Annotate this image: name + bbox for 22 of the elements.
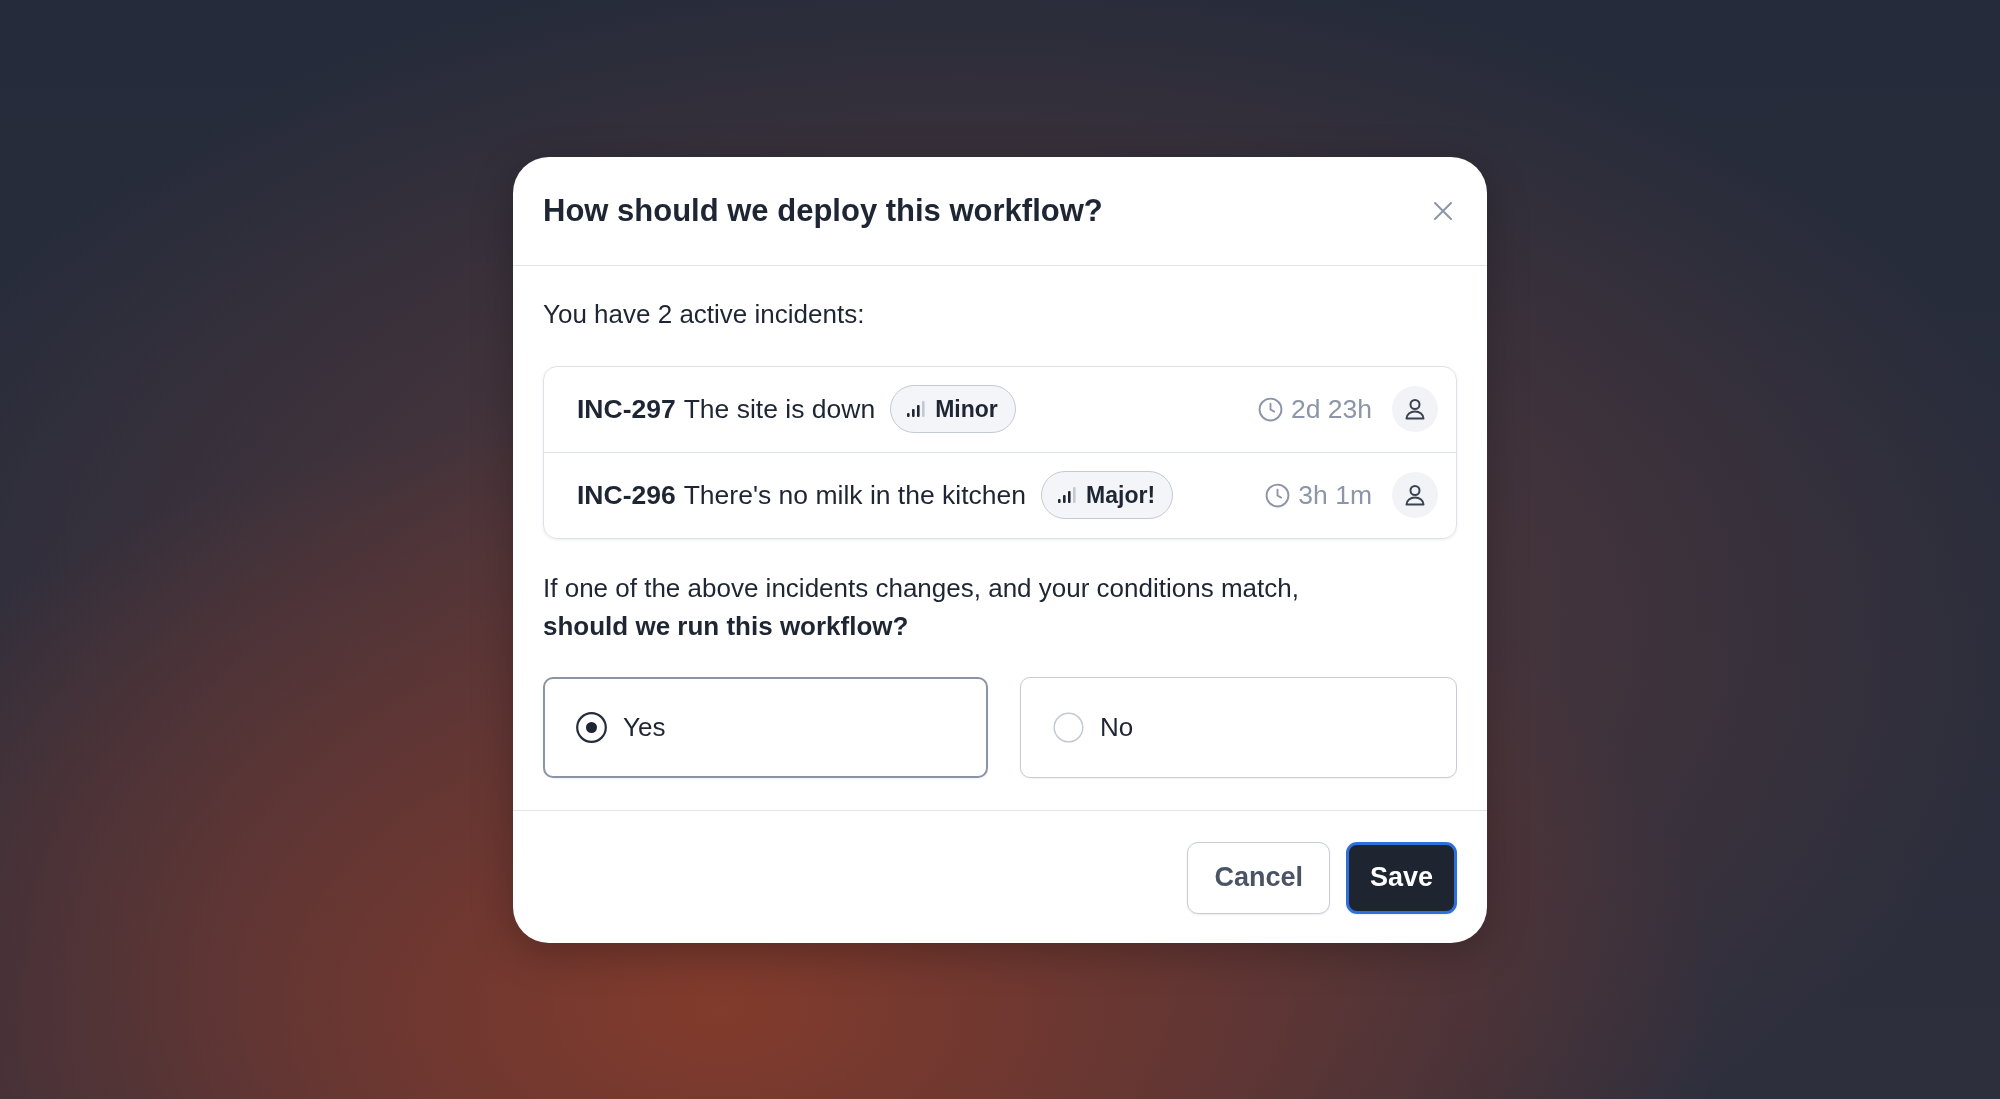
- dialog-title: How should we deploy this workflow?: [543, 192, 1103, 229]
- secondary-button[interactable]: Cancel: [1187, 841, 1330, 914]
- person-icon: [1392, 386, 1438, 432]
- radio-option[interactable]: Yes: [543, 676, 988, 778]
- duration-text: 2d 23h: [1290, 393, 1372, 425]
- close-icon: [1433, 200, 1453, 221]
- severity-label: Major!: [1086, 481, 1156, 509]
- incident-title: The site is down: [683, 393, 876, 425]
- radio-option[interactable]: No: [1020, 676, 1457, 778]
- person-icon: [1392, 472, 1438, 518]
- intro-text: You have 2 active incidents:: [543, 297, 866, 331]
- incident-id: INC-297: [577, 393, 676, 425]
- primary-button[interactable]: Save: [1345, 841, 1457, 914]
- question-text: If one of the above incidents changes, and your conditions match, should we run this workflow?: [543, 571, 1300, 643]
- incident-id: INC-296: [577, 479, 676, 511]
- clock-icon: [1265, 482, 1291, 508]
- incident-title: There's no milk in the kitchen: [683, 479, 1027, 511]
- signal-bars-icon: [1057, 486, 1078, 504]
- severity-label: Minor: [935, 395, 998, 423]
- clock-icon: [1257, 396, 1283, 422]
- duration-text: 3h 1m: [1298, 479, 1372, 511]
- signal-bars-icon: [906, 400, 927, 418]
